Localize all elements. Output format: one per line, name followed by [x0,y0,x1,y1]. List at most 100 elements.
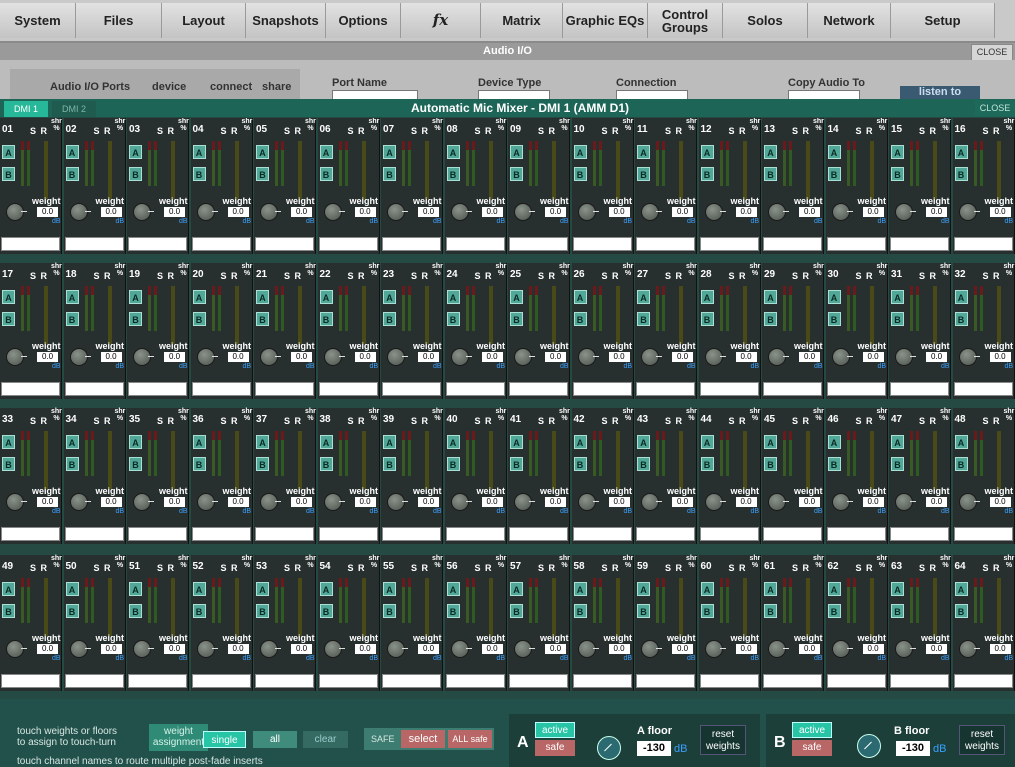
group-b-assign-button[interactable]: B [2,457,15,471]
channel-name-field[interactable] [763,237,822,251]
weight-value[interactable]: 0.0 [37,207,58,217]
group-b-assign-button[interactable]: B [954,312,968,326]
group-a-assign-button[interactable]: A [891,145,904,159]
group-b-active-button[interactable]: active [792,722,832,738]
group-a-assign-button[interactable]: A [510,145,523,159]
channel-name-field[interactable] [953,527,1013,541]
group-b-assign-button[interactable]: B [319,457,333,471]
weight-value[interactable]: 0.0 [926,352,947,362]
weight-value[interactable]: 0.0 [862,497,884,507]
weight-value[interactable]: 0.0 [735,352,757,362]
channel-name-field[interactable] [64,382,124,396]
group-a-assign-button[interactable]: A [129,582,142,596]
channel-name-field[interactable] [128,674,187,688]
group-b-assign-button[interactable]: B [954,167,968,181]
channel-name-field[interactable] [826,382,886,396]
group-b-assign-button[interactable]: B [573,604,587,618]
weight-value[interactable]: 0.0 [418,644,439,654]
group-b-assign-button[interactable]: B [510,604,523,618]
channel-name-field[interactable] [445,237,505,251]
channel-name-field[interactable] [953,382,1013,396]
menu-matrix[interactable]: Matrix [481,3,563,38]
channel-name-field[interactable] [255,527,314,541]
group-a-floor-knob[interactable] [597,736,621,760]
group-b-assign-button[interactable]: B [827,457,841,471]
weight-knob[interactable] [577,348,599,366]
weight-knob[interactable] [387,203,408,221]
group-a-assign-button[interactable]: A [383,290,396,304]
weight-value[interactable]: 0.0 [545,352,566,362]
group-a-assign-button[interactable]: A [954,435,968,449]
weight-value[interactable]: 0.0 [37,644,58,654]
weight-value[interactable]: 0.0 [735,497,757,507]
channel-name-field[interactable] [382,674,441,688]
weight-knob[interactable] [6,203,27,221]
channel-name-field[interactable] [826,527,886,541]
group-b-assign-button[interactable]: B [65,167,79,181]
group-b-assign-button[interactable]: B [129,457,142,471]
weight-knob[interactable] [704,640,726,658]
channel-name-field[interactable] [699,674,759,688]
weight-value[interactable]: 0.0 [227,497,249,507]
tab-dmi-1[interactable]: DMI 1 [4,101,48,117]
group-a-assign-button[interactable]: A [446,435,460,449]
weight-knob[interactable] [831,203,853,221]
group-a-assign-button[interactable]: A [383,435,396,449]
channel-name-field[interactable] [318,382,378,396]
listen-to-button[interactable]: listen to [900,86,980,100]
group-b-assign-button[interactable]: B [764,167,777,181]
weight-knob[interactable] [958,348,980,366]
clear-button[interactable]: clear [303,731,348,748]
weight-value[interactable]: 0.0 [354,207,376,217]
weight-value[interactable]: 0.0 [799,352,820,362]
weight-knob[interactable] [196,203,218,221]
group-a-assign-button[interactable]: A [383,145,396,159]
weight-knob[interactable] [196,493,218,511]
channel-name-field[interactable] [64,527,124,541]
group-a-reset-weights-button[interactable]: reset weights [700,725,746,755]
weight-value[interactable]: 0.0 [291,644,312,654]
weight-value[interactable]: 0.0 [481,497,503,507]
group-a-safe-button[interactable]: safe [535,740,575,756]
group-a-assign-button[interactable]: A [700,290,714,304]
weight-knob[interactable] [260,348,281,366]
weight-knob[interactable] [133,348,154,366]
channel-name-field[interactable] [1,237,60,251]
menu-control-groups[interactable]: Control Groups [648,3,723,38]
group-b-assign-button[interactable]: B [319,604,333,618]
group-a-assign-button[interactable]: A [65,435,79,449]
group-b-assign-button[interactable]: B [510,167,523,181]
channel-name-field[interactable] [572,527,632,541]
weight-value[interactable]: 0.0 [672,207,693,217]
group-b-assign-button[interactable]: B [700,457,714,471]
group-a-assign-button[interactable]: A [256,582,269,596]
group-b-assign-button[interactable]: B [192,457,206,471]
channel-name-field[interactable] [890,527,949,541]
group-b-assign-button[interactable]: B [573,457,587,471]
weight-value[interactable]: 0.0 [608,207,630,217]
weight-value[interactable]: 0.0 [354,497,376,507]
weight-value[interactable]: 0.0 [100,207,122,217]
channel-name-field[interactable] [255,674,314,688]
group-b-assign-button[interactable]: B [510,457,523,471]
group-b-assign-button[interactable]: B [2,604,15,618]
weight-knob[interactable] [768,640,789,658]
group-a-assign-button[interactable]: A [827,145,841,159]
group-a-assign-button[interactable]: A [764,290,777,304]
group-b-assign-button[interactable]: B [446,604,460,618]
weight-value[interactable]: 0.0 [418,497,439,507]
weight-value[interactable]: 0.0 [291,352,312,362]
group-a-assign-button[interactable]: A [256,145,269,159]
channel-name-field[interactable] [636,527,695,541]
group-b-assign-button[interactable]: B [891,604,904,618]
channel-name-field[interactable] [191,674,251,688]
channel-name-field[interactable] [255,237,314,251]
menu-layout[interactable]: Layout [162,3,246,38]
weight-knob[interactable] [6,348,27,366]
weight-value[interactable]: 0.0 [418,207,439,217]
group-a-assign-button[interactable]: A [891,290,904,304]
weight-value[interactable]: 0.0 [926,644,947,654]
channel-name-field[interactable] [572,382,632,396]
weight-value[interactable]: 0.0 [989,352,1011,362]
channel-name-field[interactable] [318,237,378,251]
